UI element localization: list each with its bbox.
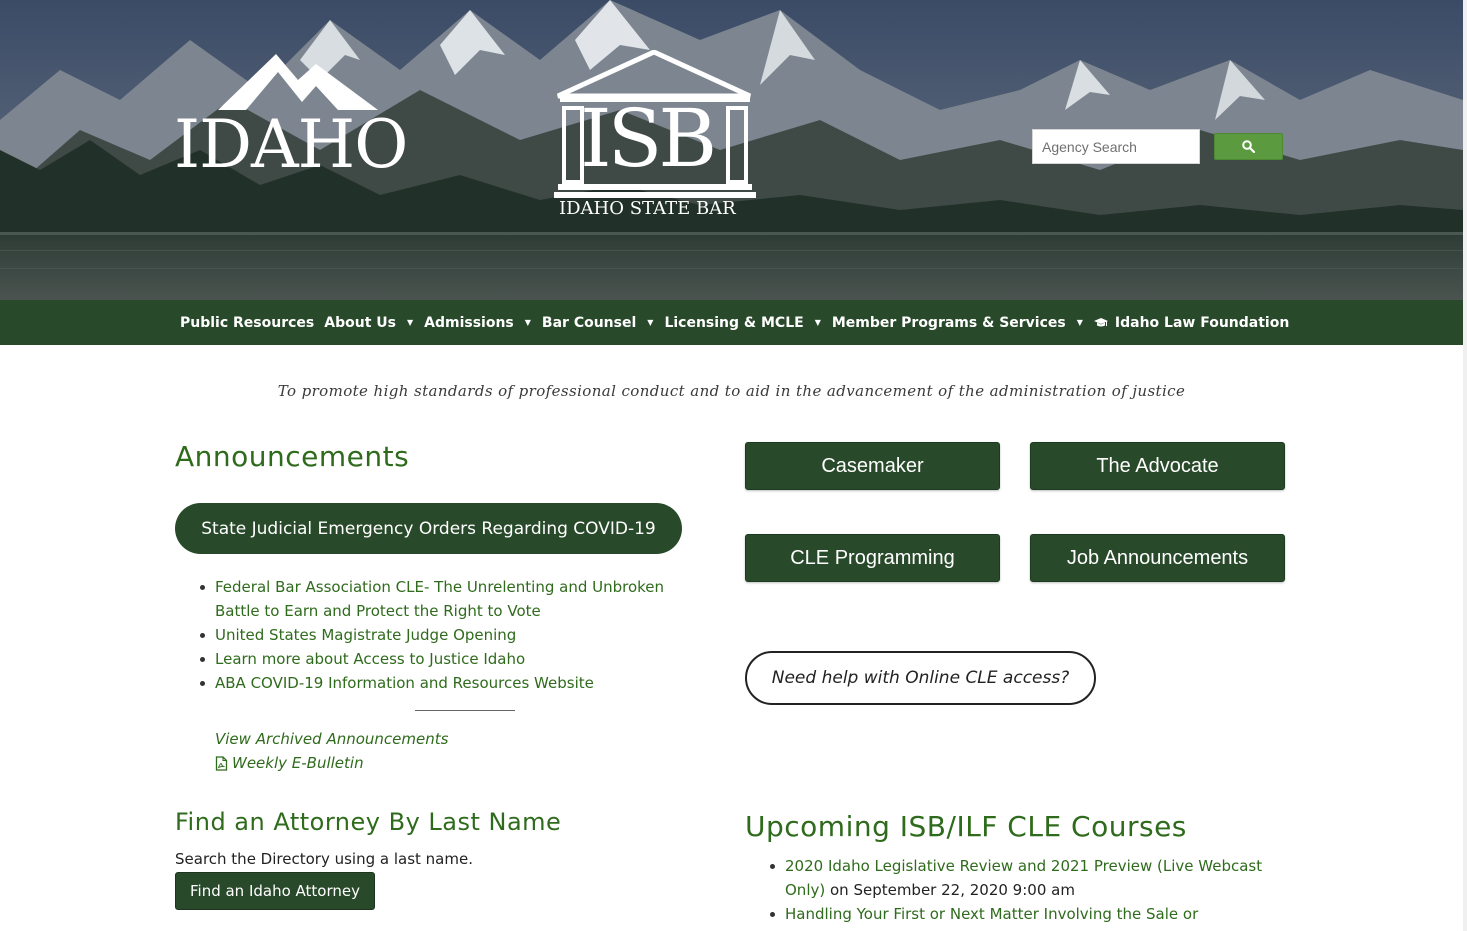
- nav-bar-counsel[interactable]: Bar Counsel ▼: [542, 315, 665, 331]
- isb-logo-letters: ISB: [580, 92, 717, 185]
- nav-label: Admissions: [424, 314, 514, 331]
- cle-courses-heading: Upcoming ISB/ILF CLE Courses: [745, 810, 1187, 843]
- caret-down-icon: ▼: [1076, 318, 1083, 327]
- ebulletin-label: Weekly E-Bulletin: [232, 754, 364, 772]
- search-icon: [1242, 140, 1255, 153]
- nav-about-us[interactable]: About Us ▼: [324, 315, 424, 331]
- find-attorney-description: Search the Directory using a last name.: [175, 850, 473, 868]
- online-cle-help-button[interactable]: Need help with Online CLE access?: [745, 651, 1096, 705]
- agency-search-input[interactable]: [1032, 129, 1200, 164]
- isb-logo-subtitle: IDAHO STATE BAR: [559, 198, 736, 219]
- nav-label: Public Resources: [180, 314, 315, 331]
- covid-orders-button[interactable]: State Judicial Emergency Orders Regardin…: [175, 503, 682, 554]
- page-edge: [1463, 0, 1467, 931]
- nav-label: Idaho Law Foundation: [1114, 314, 1290, 331]
- archived-announcements-link[interactable]: View Archived Announcements: [215, 730, 448, 748]
- nav-label: About Us: [324, 314, 396, 331]
- nav-public-resources[interactable]: Public Resources: [180, 315, 314, 331]
- nav-label: Member Programs & Services: [831, 314, 1066, 331]
- graduation-cap-icon: [1093, 317, 1108, 329]
- mountain-logo-icon: [218, 54, 378, 110]
- cle-course-link[interactable]: Handling Your First or Next Matter Invol…: [785, 905, 1198, 923]
- cle-course-date: on September 22, 2020 9:00 am: [825, 881, 1075, 899]
- job-announcements-button[interactable]: Job Announcements: [1030, 534, 1285, 582]
- cle-programming-button[interactable]: CLE Programming: [745, 534, 1000, 582]
- caret-down-icon: ▼: [524, 318, 531, 327]
- pdf-file-icon: [215, 755, 228, 771]
- main-navigation: Public Resources About Us ▼ Admissions ▼…: [0, 300, 1463, 345]
- the-advocate-button[interactable]: The Advocate: [1030, 442, 1285, 490]
- idaho-logo-text: IDAHO: [174, 106, 408, 183]
- nav-label: Licensing & MCLE: [664, 314, 804, 331]
- announcements-heading: Announcements: [175, 440, 410, 473]
- announcements-list: Federal Bar Association CLE- The Unrelen…: [200, 575, 705, 695]
- nav-member-programs[interactable]: Member Programs & Services ▼: [832, 315, 1094, 331]
- nav-admissions[interactable]: Admissions ▼: [424, 315, 542, 331]
- nav-licensing-mcle[interactable]: Licensing & MCLE ▼: [664, 315, 831, 331]
- list-item[interactable]: Learn more about Access to Justice Idaho: [200, 647, 705, 671]
- find-attorney-heading: Find an Attorney By Last Name: [175, 808, 562, 836]
- list-item[interactable]: United States Magistrate Judge Opening: [200, 623, 705, 647]
- list-item[interactable]: ABA COVID-19 Information and Resources W…: [200, 671, 705, 695]
- casemaker-button[interactable]: Casemaker: [745, 442, 1000, 490]
- isb-logo[interactable]: ISB IDAHO STATE BAR: [550, 50, 760, 225]
- find-attorney-button[interactable]: Find an Idaho Attorney: [175, 872, 375, 910]
- header-banner: IDAHO ISB IDAHO STATE BAR: [0, 0, 1463, 300]
- divider: [415, 710, 515, 711]
- caret-down-icon: ▼: [814, 318, 821, 327]
- search-button[interactable]: [1214, 133, 1283, 160]
- nav-label: Bar Counsel: [541, 314, 637, 331]
- cle-courses-list: 2020 Idaho Legislative Review and 2021 P…: [770, 854, 1285, 926]
- list-item[interactable]: Federal Bar Association CLE- The Unrelen…: [200, 575, 705, 623]
- weekly-ebulletin-link[interactable]: Weekly E-Bulletin: [215, 754, 364, 772]
- idaho-logo[interactable]: IDAHO: [170, 50, 432, 192]
- list-item: 2020 Idaho Legislative Review and 2021 P…: [770, 854, 1285, 902]
- nav-idaho-law-foundation[interactable]: Idaho Law Foundation: [1093, 314, 1290, 331]
- list-item: Handling Your First or Next Matter Invol…: [770, 902, 1285, 926]
- caret-down-icon: ▼: [406, 318, 414, 327]
- mission-tagline: To promote high standards of professiona…: [277, 382, 1186, 400]
- caret-down-icon: ▼: [647, 318, 654, 327]
